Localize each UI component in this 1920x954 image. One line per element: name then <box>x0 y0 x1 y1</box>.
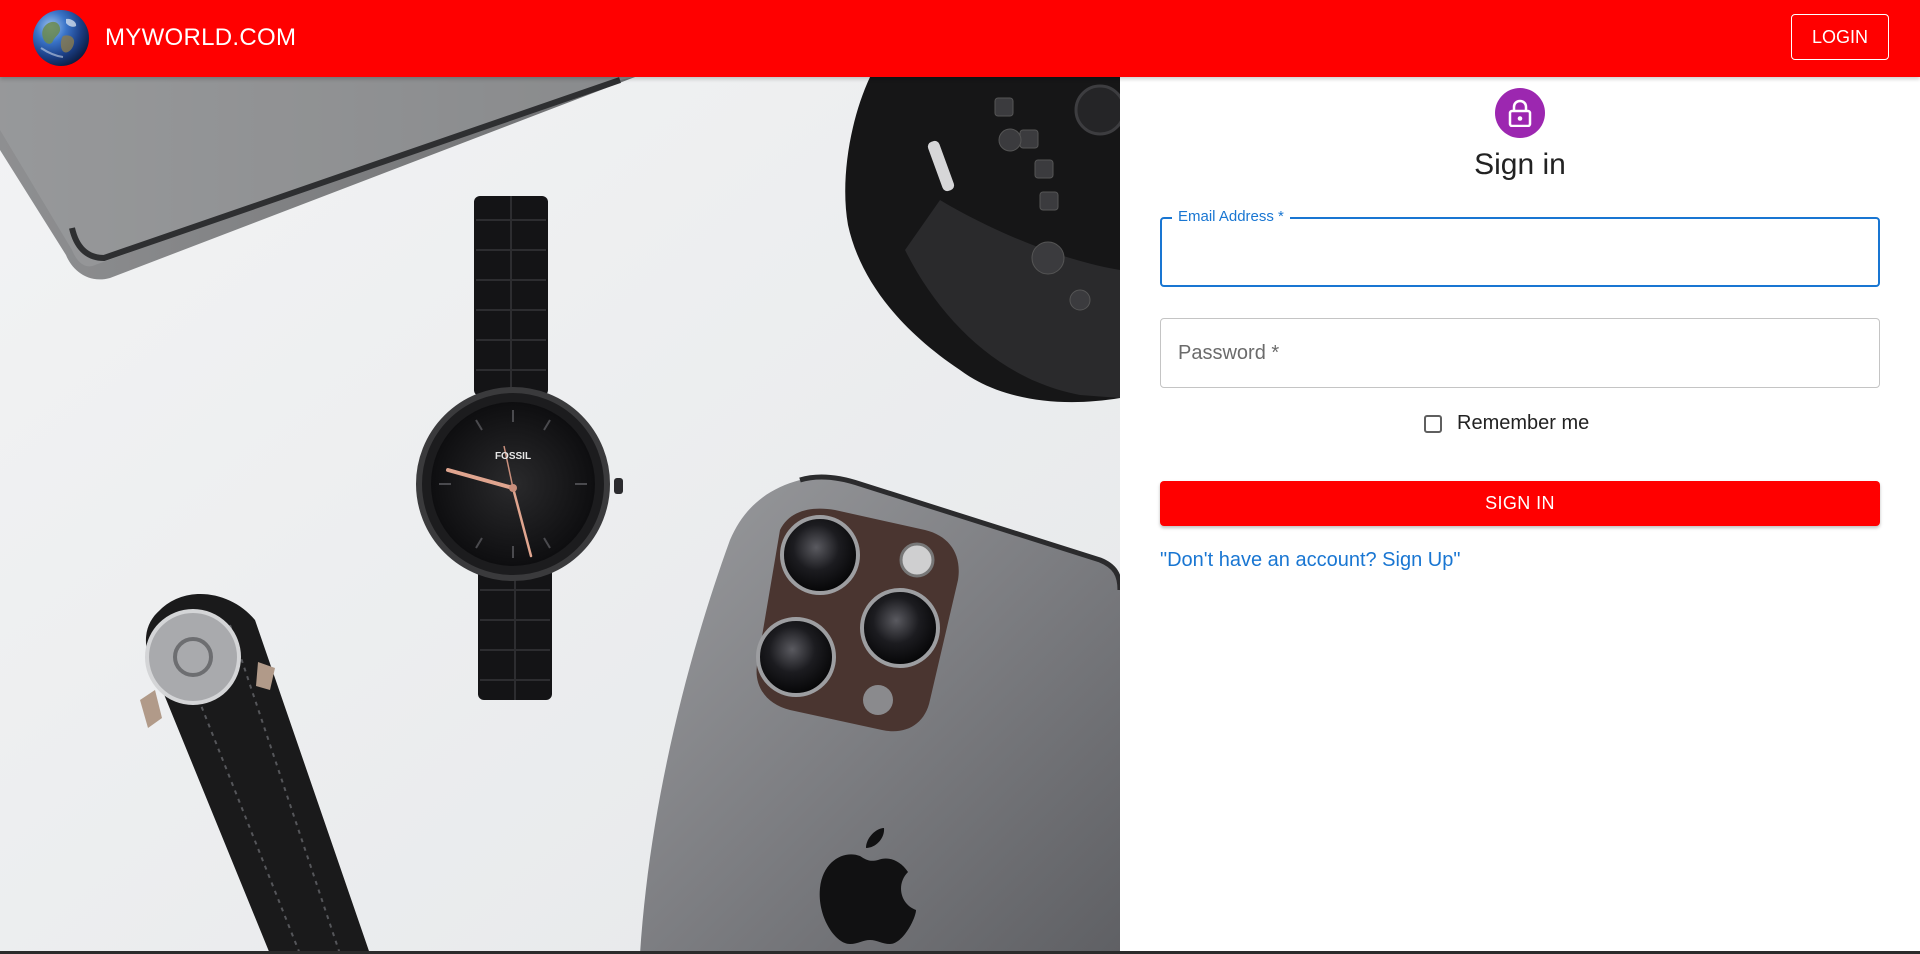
signin-button[interactable]: SIGN IN <box>1160 481 1880 526</box>
hero-image: FOSSIL <box>0 77 1120 954</box>
email-input[interactable] <box>1162 219 1878 285</box>
login-button[interactable]: LOGIN <box>1791 14 1889 60</box>
brand-title[interactable]: MYWORLD.COM <box>105 24 296 52</box>
email-label: Email Address * <box>1172 208 1290 225</box>
signup-link[interactable]: "Don't have an account? Sign Up" <box>1160 549 1460 572</box>
globe-icon[interactable] <box>33 10 89 66</box>
remember-checkbox[interactable] <box>1424 414 1442 433</box>
lock-icon <box>1495 88 1545 138</box>
password-label: Password * <box>1178 342 1280 364</box>
email-field[interactable]: Email Address * <box>1160 208 1880 287</box>
remember-me[interactable]: Remember me <box>1424 412 1589 435</box>
password-field[interactable]: Password * <box>1160 318 1880 388</box>
signin-title: Sign in <box>1474 148 1566 181</box>
remember-label: Remember me <box>1457 412 1590 434</box>
watch-brand-text: FOSSIL <box>495 451 531 462</box>
app-bar: MYWORLD.COM LOGIN <box>0 0 1920 77</box>
